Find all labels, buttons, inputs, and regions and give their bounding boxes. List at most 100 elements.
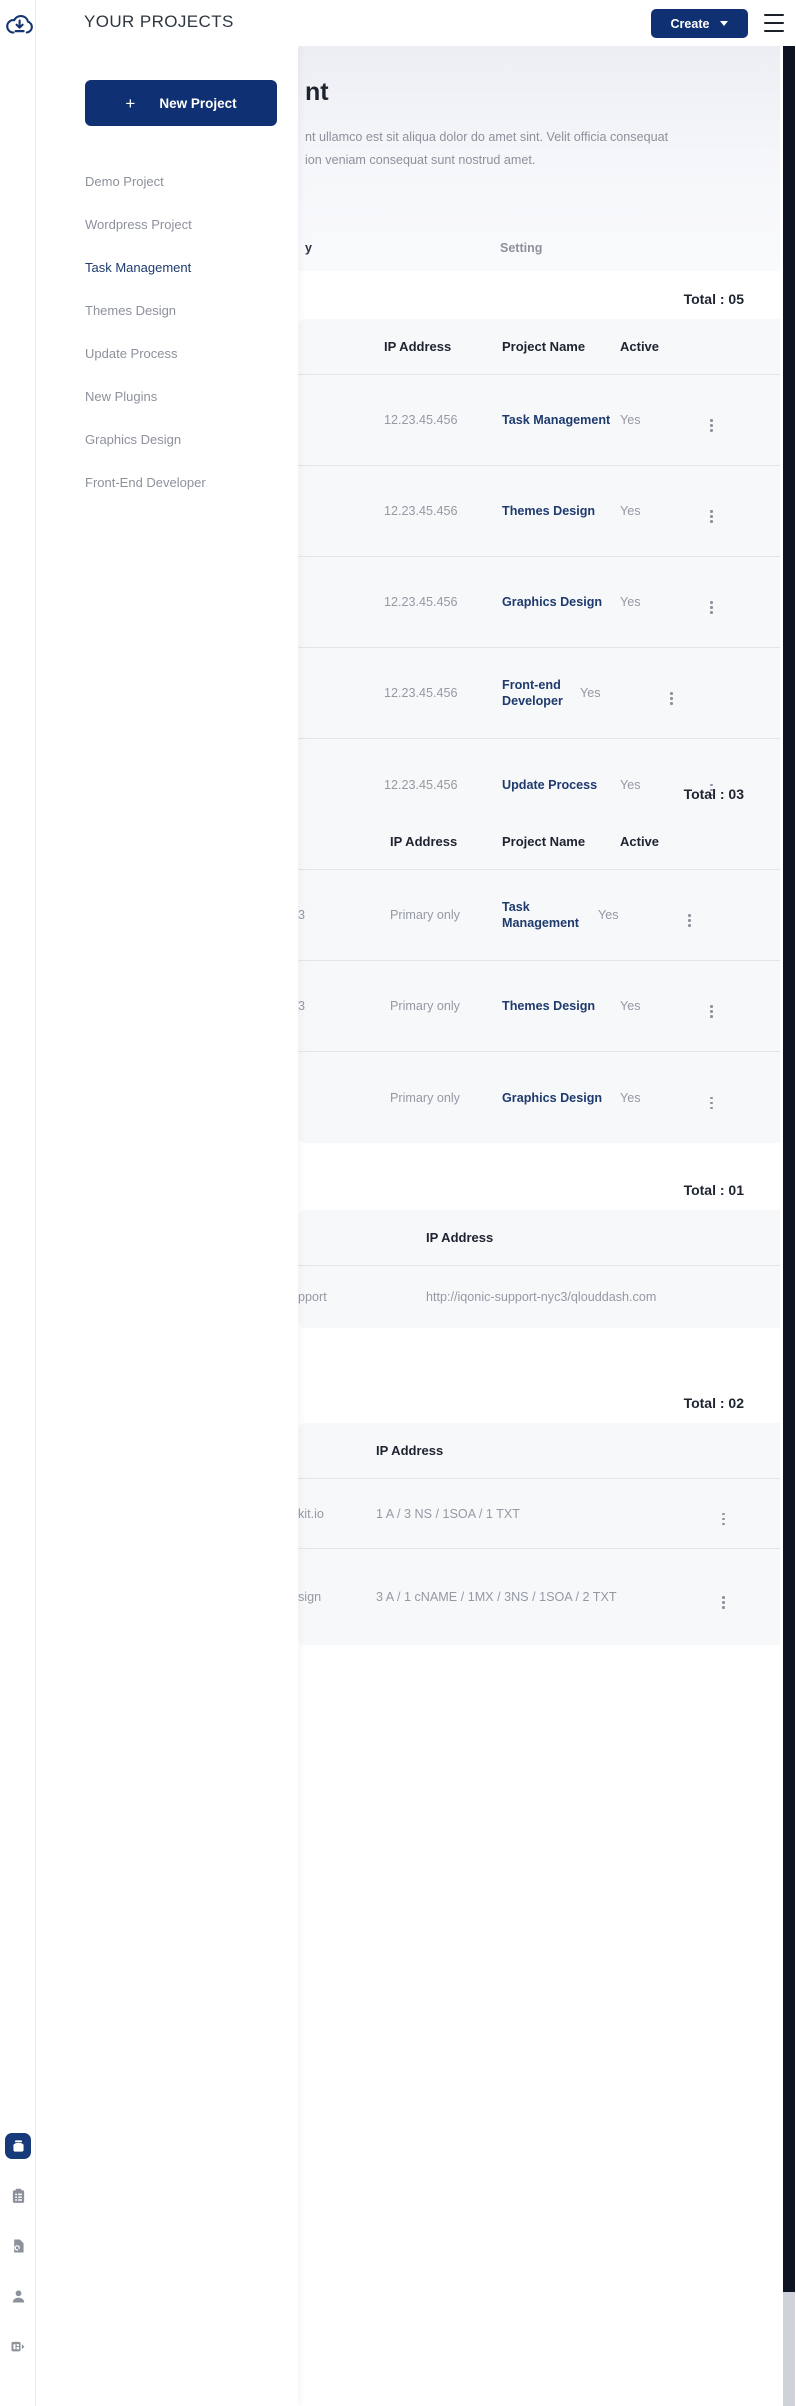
project-item-new-plugins[interactable]: New Plugins [85, 375, 285, 418]
column-header-ip: IP Address [376, 1443, 444, 1458]
cell-left-partial: sign [298, 1590, 322, 1604]
table-row[interactable]: 3 Primary only Themes Design Yes [298, 961, 780, 1052]
column-header-active: Active [620, 339, 660, 354]
project-item-front-end-developer[interactable]: Front-End Developer [85, 461, 285, 504]
clipboard-list-icon [5, 2183, 31, 2209]
cell-left-partial: pport [298, 1290, 327, 1304]
table-row[interactable]: 12.23.45.456 Graphics Design Yes [298, 557, 780, 648]
cell-project-name[interactable]: Graphics Design [502, 1090, 620, 1106]
project-item-task-management[interactable]: Task Management [85, 246, 285, 289]
plus-icon: + [125, 93, 136, 113]
tab-setting[interactable]: Setting [500, 241, 542, 255]
table-header-row: IP Address Project Name Active [298, 319, 780, 375]
total-label: Total : 02 [683, 1395, 744, 1411]
app-root: YOUR PROJECTS Create nt nt ullamco est s… [0, 0, 796, 2406]
column-header-project: Project Name [502, 834, 586, 849]
cell-project-name[interactable]: Front-end Developer [502, 677, 580, 709]
table-header-row: IP Address [298, 1210, 780, 1266]
table-row[interactable]: Primary only Graphics Design Yes [298, 1052, 780, 1143]
kebab-menu-icon[interactable] [710, 601, 713, 614]
rail-icon-list [0, 2128, 36, 2378]
column-header-ip: IP Address [384, 339, 452, 354]
cell-active: Yes [598, 908, 619, 922]
page-title: YOUR PROJECTS [84, 12, 234, 31]
new-project-button[interactable]: + New Project [85, 80, 277, 126]
kebab-menu-icon[interactable] [722, 1596, 725, 1609]
project-item-themes-design[interactable]: Themes Design [85, 289, 285, 332]
hero-description: nt ullamco est sit aliqua dolor do amet … [305, 130, 669, 167]
cell-active: Yes [620, 595, 641, 609]
project-list: Demo Project Wordpress Project Task Mana… [85, 160, 285, 504]
rail-item-server[interactable] [0, 2328, 36, 2364]
kebab-menu-icon[interactable] [670, 692, 673, 705]
kebab-menu-icon[interactable] [710, 419, 713, 432]
cell-active: Yes [620, 504, 641, 518]
hamburger-menu-icon[interactable] [764, 14, 784, 32]
cell-ip: 1 A / 3 NS / 1SOA / 1 TXT [376, 1506, 520, 1521]
chevron-down-icon [720, 21, 729, 26]
cell-ip: Primary only [390, 999, 460, 1013]
rail-item-file-search[interactable] [0, 2228, 36, 2264]
kebab-menu-icon[interactable] [710, 1096, 713, 1109]
rail-item-clipboard[interactable] [0, 2178, 36, 2214]
table-row[interactable]: 3 Primary only Task Management Yes [298, 870, 780, 961]
rail-item-database[interactable] [0, 2128, 36, 2164]
cell-active: Yes [620, 1090, 641, 1105]
table-header-row: IP Address [298, 1423, 780, 1479]
table-row[interactable]: pport http://iqonic-support-nyc3/qloudda… [298, 1266, 780, 1328]
projects-panel: + New Project Demo Project Wordpress Pro… [36, 0, 298, 2406]
table-row[interactable]: 12.23.45.456 Task Management Yes [298, 375, 780, 466]
scrollbar-thumb[interactable] [783, 46, 795, 2292]
scrollbar-track-remainder[interactable] [783, 2292, 795, 2406]
column-header-project: Project Name [502, 339, 586, 354]
cell-project-name[interactable]: Update Process [502, 777, 620, 793]
table-row[interactable]: kit.io 1 A / 3 NS / 1SOA / 1 TXT [298, 1479, 780, 1549]
table-card: IP Address Project Name Active 12.23.45.… [298, 319, 780, 830]
cell-ip: 12.23.45.456 [384, 504, 458, 518]
cell-active: Yes [580, 686, 601, 700]
table-card: IP Address kit.io 1 A / 3 NS / 1SOA / 1 … [298, 1423, 780, 1645]
column-header-ip: IP Address [426, 1230, 494, 1245]
server-icon [5, 2333, 31, 2359]
user-icon [5, 2283, 31, 2309]
cell-ip: Primary only [390, 908, 460, 922]
hero-title: nt [305, 78, 329, 106]
cell-ip: 12.23.45.456 [384, 413, 458, 427]
create-button-label: Create [670, 16, 710, 31]
total-label: Total : 05 [683, 291, 744, 307]
kebab-menu-icon[interactable] [710, 510, 713, 523]
cell-project-name[interactable]: Themes Design [502, 503, 620, 519]
cell-ip: 12.23.45.456 [384, 595, 458, 609]
table-row[interactable]: sign 3 A / 1 cNAME / 1MX / 3NS / 1SOA / … [298, 1549, 780, 1645]
app-logo[interactable] [4, 10, 34, 40]
column-header-ip: IP Address [390, 834, 458, 849]
icon-rail [0, 0, 36, 2406]
cell-left-partial: kit.io [298, 1506, 324, 1521]
column-header-active: Active [620, 834, 660, 849]
table-row[interactable]: 12.23.45.456 Themes Design Yes [298, 466, 780, 557]
create-button[interactable]: Create [651, 9, 748, 38]
top-header: YOUR PROJECTS Create [36, 0, 796, 46]
table-row[interactable]: 12.23.45.456 Front-end Developer Yes [298, 648, 780, 739]
project-item-update-process[interactable]: Update Process [85, 332, 285, 375]
cell-ip: 12.23.45.456 [384, 777, 458, 792]
kebab-menu-icon[interactable] [688, 914, 691, 927]
cell-project-name[interactable]: Graphics Design [502, 594, 620, 610]
cell-project-name[interactable]: Task Management [502, 412, 620, 428]
new-project-label: New Project [159, 95, 237, 111]
kebab-menu-icon[interactable] [722, 1512, 725, 1525]
cell-project-name[interactable]: Themes Design [502, 998, 620, 1014]
table-card: IP Address pport http://iqonic-support-n… [298, 1210, 780, 1328]
cell-active: Yes [620, 999, 641, 1013]
tab-summary-partial[interactable]: y [305, 241, 312, 255]
project-item-graphics-design[interactable]: Graphics Design [85, 418, 285, 461]
database-icon [5, 2133, 31, 2159]
cell-project-name[interactable]: Task Management [502, 899, 598, 931]
cell-left-partial: 3 [298, 908, 306, 922]
cell-ip: 3 A / 1 cNAME / 1MX / 3NS / 1SOA / 2 TXT [376, 1590, 617, 1604]
cell-ip: http://iqonic-support-nyc3/qlouddash.com [426, 1290, 657, 1304]
kebab-menu-icon[interactable] [710, 1005, 713, 1018]
project-item-demo-project[interactable]: Demo Project [85, 160, 285, 203]
project-item-wordpress-project[interactable]: Wordpress Project [85, 203, 285, 246]
rail-item-user[interactable] [0, 2278, 36, 2314]
